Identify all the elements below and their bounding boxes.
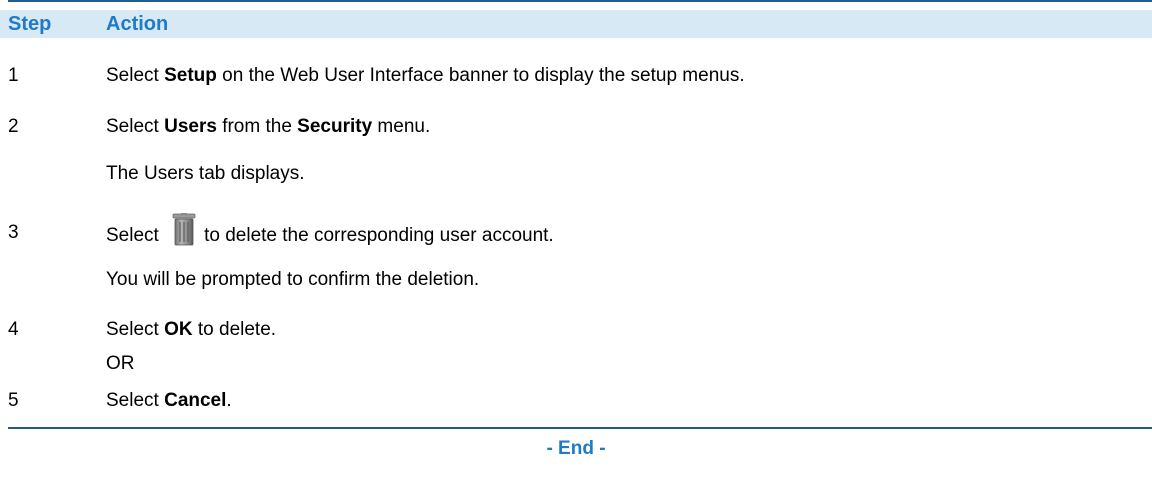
step-note: OR [106,353,135,374]
step-note: The Users tab displays. [106,163,305,184]
step-text: Select Setup on the Web User Interface b… [106,65,745,86]
end-marker: - End - [546,438,606,459]
step-text: Select Cancel. [106,390,232,411]
top-rule [8,0,1152,2]
step-number: 2 [8,116,19,137]
step-number: 5 [8,390,19,411]
step-number: 1 [8,65,19,86]
step-text: Select to delete the corresponding user … [106,213,554,254]
step-text: Select OK to delete. [106,319,277,340]
header-action: Action [106,13,169,35]
step-note: You will be prompted to confirm the dele… [106,269,480,290]
trash-icon [172,213,196,247]
step-number: 4 [8,319,19,340]
step-number: 3 [8,222,19,243]
table-header-row [0,10,1152,38]
header-step: Step [8,13,52,35]
bottom-rule [8,427,1152,429]
step-text: Select Users from the Security menu. [106,116,431,137]
